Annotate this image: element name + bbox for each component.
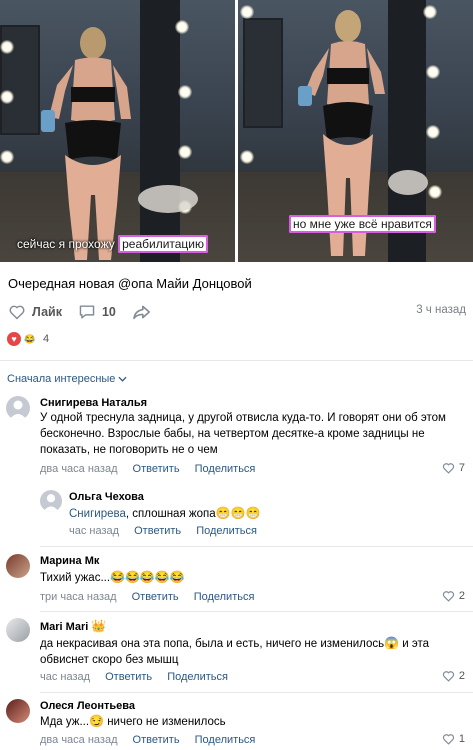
reply-text: , сплошная жопа [125, 508, 216, 520]
comment-reply: Ольга Чехова Снигирева, сплошная жопа😁😁😁… [0, 486, 473, 542]
comment-time: два часа назад [40, 463, 118, 475]
comments-button[interactable]: 10 [78, 304, 116, 320]
person-figure [41, 27, 131, 260]
divider [40, 692, 473, 693]
reply-link[interactable]: Ответить [133, 463, 180, 475]
comments-count: 10 [101, 305, 116, 319]
comment-author[interactable]: Марина Мк [40, 555, 99, 567]
avatar[interactable] [40, 490, 62, 512]
avatar[interactable] [6, 699, 30, 723]
heart-icon [442, 591, 454, 602]
comment-time: час назад [40, 671, 91, 683]
heart-icon [442, 734, 454, 745]
reply-link[interactable]: Ответить [133, 734, 180, 746]
comment-like-button[interactable]: 7 [442, 462, 465, 474]
post-photo-right[interactable]: но мне уже всё нравится [238, 0, 473, 262]
share-link[interactable]: Поделиться [195, 463, 256, 475]
share-link[interactable]: Поделиться [196, 525, 257, 537]
heart-icon [442, 463, 454, 474]
comment-like-button[interactable]: 2 [442, 670, 465, 682]
post-actions: Лайк 10 3 ч назад [8, 302, 466, 322]
photo-caption-right: но мне уже всё нравится [286, 215, 439, 233]
comment-meta: час назад Ответить Поделиться [40, 671, 240, 683]
crown-icon: 👑 [91, 619, 107, 633]
comment-body: Тихий ужас... [40, 572, 111, 584]
comment-author[interactable]: Снигирева Наталья [40, 397, 147, 409]
comment-body-cont: и эта [399, 638, 430, 650]
chevron-down-icon [118, 376, 127, 382]
comment: Марина Мк Тихий ужас...😂😂😂😂😂 три часа на… [0, 551, 473, 609]
heart-icon [9, 305, 25, 320]
share-button[interactable] [132, 304, 152, 320]
comment-body: Мда уж... [40, 716, 90, 728]
post-photo-left[interactable]: сейчас я прохожу реабилитацию [0, 0, 235, 262]
comment-time: три часа назад [40, 591, 117, 603]
comment-body: да некрасивая она эта попа, была и есть,… [40, 638, 385, 650]
comment-meta: два часа назад Ответить Поделиться [40, 734, 267, 746]
comment-likes: 7 [458, 462, 465, 474]
comment-meta: три часа назад Ответить Поделиться [40, 591, 266, 603]
reply-link[interactable]: Ответить [105, 671, 152, 683]
comments-sort-dropdown[interactable]: Сначала интересные [7, 373, 127, 385]
comment-like-button[interactable]: 2 [442, 590, 465, 602]
share-link[interactable]: Поделиться [167, 671, 228, 683]
comment-likes: 2 [458, 670, 465, 682]
comment-meta: час назад Ответить Поделиться [69, 525, 269, 537]
comment-meta: два часа назад Ответить Поделиться [40, 463, 267, 475]
comment-time: час назад [69, 525, 120, 537]
avatar[interactable] [6, 396, 30, 420]
comment-likes: 2 [458, 590, 465, 602]
divider [40, 546, 473, 547]
reactions-count: 4 [43, 333, 50, 345]
comment-text: Тихий ужас...😂😂😂😂😂 [40, 569, 460, 586]
comment-author[interactable]: Ольга Чехова [69, 491, 144, 503]
reply-link[interactable]: Ответить [134, 525, 181, 537]
author-name: Mari Mari [40, 621, 89, 633]
comment: Олеся Леонтьева Мда уж...😏 ничего не изм… [0, 696, 473, 750]
comment-like-button[interactable]: 1 [442, 733, 465, 745]
post-photos: сейчас я прохожу реабилитацию но мне уже… [0, 0, 473, 262]
divider [40, 611, 473, 612]
emoji: 😁😁😁 [215, 506, 261, 520]
avatar[interactable] [6, 554, 30, 578]
comment-body-line2: обвиснет скоро без мышц [40, 654, 179, 666]
photo-caption-left: сейчас я прохожу реабилитацию [14, 235, 211, 253]
like-label: Лайк [32, 305, 62, 319]
comment-text: У одной треснула задница, у другой отвис… [40, 412, 446, 456]
comment-icon [79, 305, 95, 319]
comment-text: Снигирева, сплошная жопа😁😁😁 [69, 505, 459, 522]
comment: Mari Mari 👑 да некрасивая она эта попа, … [0, 615, 473, 690]
post-time: 3 ч назад [416, 304, 466, 316]
comment-text: да некрасивая она эта попа, была и есть,… [40, 635, 468, 668]
emoji: 😏 [89, 714, 104, 728]
like-button[interactable]: Лайк [8, 304, 62, 320]
reactions-summary[interactable]: ♥ 😂 4 [7, 332, 49, 346]
comment: Снигирева Наталья У одной треснула задни… [0, 392, 473, 482]
emoji: 😂😂😂😂😂 [110, 570, 185, 584]
divider [0, 360, 473, 361]
share-link[interactable]: Поделиться [194, 591, 255, 603]
laughing-reaction-icon: 😂 [24, 333, 36, 344]
share-icon [133, 305, 150, 320]
comment-likes: 1 [458, 733, 465, 745]
post-text: Очередная новая @опа Майи Донцовой [8, 276, 252, 291]
comment-author[interactable]: Олеся Леонтьева [40, 700, 135, 712]
avatar[interactable] [6, 618, 30, 642]
comment-body-cont: ничего не изменилось [104, 716, 226, 728]
reply-mention[interactable]: Снигирева [69, 508, 126, 520]
share-link[interactable]: Поделиться [195, 734, 256, 746]
emoji: 😱 [384, 636, 400, 650]
reply-link[interactable]: Ответить [132, 591, 179, 603]
comment-author[interactable]: Mari Mari 👑 [40, 619, 106, 633]
heart-icon [442, 671, 454, 682]
comment-text: Мда уж...😏 ничего не изменилось [40, 713, 460, 730]
sort-label: Сначала интересные [7, 373, 116, 385]
comment-time: два часа назад [40, 734, 118, 746]
heart-reaction-icon: ♥ [7, 332, 21, 346]
